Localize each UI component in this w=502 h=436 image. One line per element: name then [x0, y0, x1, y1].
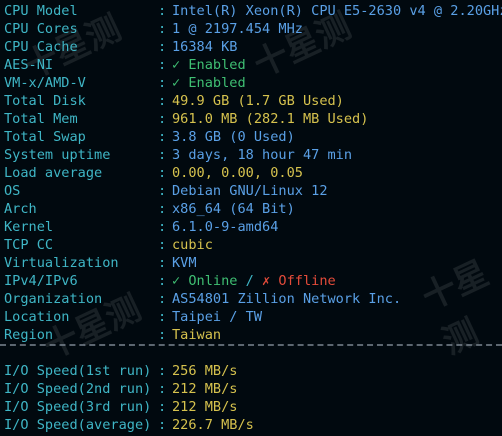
row-colon: :: [158, 273, 167, 289]
row-label: Organization: [4, 291, 103, 307]
row-organization: Organization : AS54801 Zillion Network I…: [4, 290, 502, 308]
row-load-average: Load average : 0.00, 0.00, 0.05: [4, 164, 502, 182]
row-value: 6.1.0-9-amd64: [172, 219, 279, 235]
row-label: CPU Model: [4, 3, 78, 19]
row-colon: :: [158, 129, 167, 145]
row-aes-ni: AES-NI : ✓ Enabled: [4, 56, 502, 74]
row-label: Virtualization: [4, 255, 119, 271]
row-colon: :: [158, 39, 167, 55]
row-label: I/O Speed(average): [4, 417, 152, 433]
row-total-disk: Total Disk : 49.9 GB (1.7 GB Used): [4, 92, 502, 110]
row-cpu-cores: CPU Cores : 1 @ 2197.454 MHz: [4, 20, 502, 38]
row-label: CPU Cores: [4, 21, 78, 37]
row-label: Region: [4, 327, 54, 343]
row-total-mem: Total Mem : 961.0 MB (282.1 MB Used): [4, 110, 502, 128]
online-status: ✓ Online: [172, 273, 238, 289]
divider-line: [0, 344, 502, 346]
row-label: Total Mem: [4, 111, 78, 127]
io-speed-list: I/O Speed(1st run) : 256 MB/s I/O Speed(…: [4, 362, 254, 434]
row-colon: :: [158, 93, 167, 109]
row-io-3rd: I/O Speed(3rd run) : 212 MB/s: [4, 398, 254, 416]
row-value: 1 @ 2197.454 MHz: [172, 21, 303, 37]
row-os: OS : Debian GNU/Linux 12: [4, 182, 502, 200]
row-colon: :: [158, 147, 167, 163]
row-value: 3 days, 18 hour 47 min: [172, 147, 353, 163]
row-colon: :: [158, 255, 167, 271]
row-total-swap: Total Swap : 3.8 GB (0 Used): [4, 128, 502, 146]
row-value: KVM: [172, 255, 197, 271]
row-value: x86_64 (64 Bit): [172, 201, 295, 217]
row-value: 226.7 MB/s: [172, 417, 254, 433]
row-colon: :: [158, 21, 167, 37]
row-colon: :: [158, 417, 167, 433]
row-colon: :: [158, 75, 167, 91]
row-region: Region : Taiwan: [4, 326, 502, 344]
row-colon: :: [158, 201, 167, 217]
status-separator: /: [237, 273, 263, 289]
row-value: 212 MB/s: [172, 381, 238, 397]
row-label: Load average: [4, 165, 103, 181]
row-value: ✓ Enabled: [172, 57, 246, 73]
row-io-average: I/O Speed(average) : 226.7 MB/s: [4, 416, 254, 434]
row-colon: :: [158, 111, 167, 127]
row-value: AS54801 Zillion Network Inc.: [172, 291, 402, 307]
row-colon: :: [158, 291, 167, 307]
row-value: 212 MB/s: [172, 399, 238, 415]
row-kernel: Kernel : 6.1.0-9-amd64: [4, 218, 502, 236]
row-label: Total Swap: [4, 129, 86, 145]
row-vmx: VM-x/AMD-V : ✓ Enabled: [4, 74, 502, 92]
terminal-output: 十星测 十星测 十星测 十星测 CPU Model : Intel(R) Xeo…: [0, 0, 502, 436]
row-cpu-model: CPU Model : Intel(R) Xeon(R) CPU E5-2630…: [4, 2, 502, 20]
row-value: 49.9 GB (1.7 GB Used): [172, 93, 344, 109]
row-colon: :: [158, 381, 167, 397]
row-value: 3.8 GB (0 Used): [172, 129, 295, 145]
row-colon: :: [158, 219, 167, 235]
row-value: Taiwan: [172, 327, 222, 343]
row-colon: :: [158, 309, 167, 325]
row-label: OS: [4, 183, 21, 199]
row-colon: :: [158, 3, 167, 19]
row-value: cubic: [172, 237, 213, 253]
row-label: I/O Speed(3rd run): [4, 399, 152, 415]
row-io-2nd: I/O Speed(2nd run) : 212 MB/s: [4, 380, 254, 398]
row-label: CPU Cache: [4, 39, 78, 55]
row-colon: :: [158, 183, 167, 199]
row-colon: :: [158, 165, 167, 181]
row-label: VM-x/AMD-V: [4, 75, 86, 91]
offline-status: ✗ Offline: [262, 273, 336, 289]
row-uptime: System uptime : 3 days, 18 hour 47 min: [4, 146, 502, 164]
system-info-list: CPU Model : Intel(R) Xeon(R) CPU E5-2630…: [4, 2, 502, 344]
row-label: Location: [4, 309, 70, 325]
row-virtualization: Virtualization : KVM: [4, 254, 502, 272]
row-colon: :: [158, 399, 167, 415]
row-tcp-cc: TCP CC : cubic: [4, 236, 502, 254]
row-value: 256 MB/s: [172, 363, 238, 379]
row-label: System uptime: [4, 147, 111, 163]
row-io-1st: I/O Speed(1st run) : 256 MB/s: [4, 362, 254, 380]
row-value: 0.00, 0.00, 0.05: [172, 165, 303, 181]
row-label: IPv4/IPv6: [4, 273, 78, 289]
row-arch: Arch : x86_64 (64 Bit): [4, 200, 502, 218]
row-label: I/O Speed(2nd run): [4, 381, 152, 397]
row-value: Intel(R) Xeon(R) CPU E5-2630 v4 @ 2.20GH…: [172, 3, 502, 19]
row-colon: :: [158, 237, 167, 253]
row-label: Total Disk: [4, 93, 86, 109]
row-cpu-cache: CPU Cache : 16384 KB: [4, 38, 502, 56]
row-ipv4-ipv6: IPv4/IPv6 : ✓ Online / ✗ Offline: [4, 272, 502, 290]
row-label: I/O Speed(1st run): [4, 363, 152, 379]
row-label: TCP CC: [4, 237, 54, 253]
row-label: Arch: [4, 201, 37, 217]
row-label: Kernel: [4, 219, 54, 235]
row-label: AES-NI: [4, 57, 54, 73]
row-colon: :: [158, 57, 167, 73]
row-value: Taipei / TW: [172, 309, 263, 325]
row-colon: :: [158, 363, 167, 379]
row-value: 961.0 MB (282.1 MB Used): [172, 111, 369, 127]
row-colon: :: [158, 327, 167, 343]
row-value: ✓ Enabled: [172, 75, 246, 91]
row-location: Location : Taipei / TW: [4, 308, 502, 326]
row-value: 16384 KB: [172, 39, 238, 55]
row-value: Debian GNU/Linux 12: [172, 183, 328, 199]
